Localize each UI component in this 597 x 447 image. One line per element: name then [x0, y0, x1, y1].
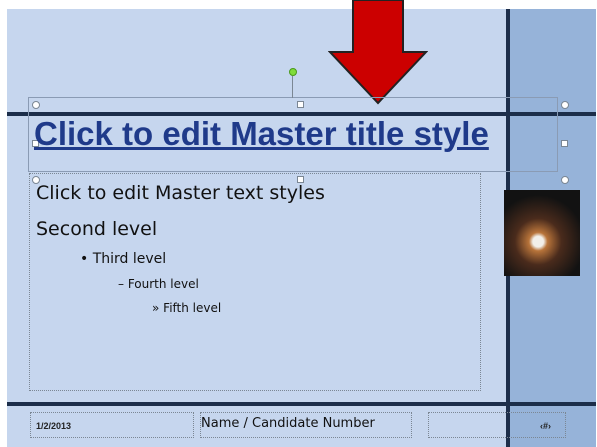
lionfish-photo[interactable] — [504, 190, 580, 276]
dash-bullet-icon: – — [118, 277, 124, 291]
rotate-handle-stem — [292, 76, 293, 98]
resize-handle-top[interactable] — [297, 101, 304, 108]
red-down-arrow-icon — [328, 0, 428, 105]
body-level-1[interactable]: Click to edit Master text styles — [36, 182, 325, 204]
body-level-5[interactable]: » Fifth level — [152, 301, 221, 315]
body-level-4-label: Fourth level — [127, 277, 199, 291]
master-title-text[interactable]: Click to edit Master title style — [34, 115, 489, 153]
footer-page-number: ‹#› — [540, 421, 551, 431]
body-level-2[interactable]: Second level — [36, 218, 157, 240]
footer-name-text: Name / Candidate Number — [201, 416, 375, 431]
footer-rule-line — [7, 402, 596, 406]
body-level-3-label: Third level — [92, 251, 167, 267]
resize-handle-right[interactable] — [561, 140, 568, 147]
body-level-3[interactable]: • Third level — [80, 251, 166, 267]
resize-handle-top-left[interactable] — [32, 101, 40, 109]
body-level-5-label: Fifth level — [163, 301, 222, 315]
chevron-bullet-icon: » — [152, 301, 160, 315]
body-level-4[interactable]: – Fourth level — [118, 277, 199, 291]
bullet-icon: • — [80, 251, 89, 267]
resize-handle-top-right[interactable] — [561, 101, 569, 109]
footer-date: 1/2/2013 — [36, 421, 72, 431]
body-placeholder[interactable] — [29, 173, 481, 391]
rotate-handle-icon[interactable] — [289, 68, 297, 76]
resize-handle-bottom-right[interactable] — [561, 176, 569, 184]
